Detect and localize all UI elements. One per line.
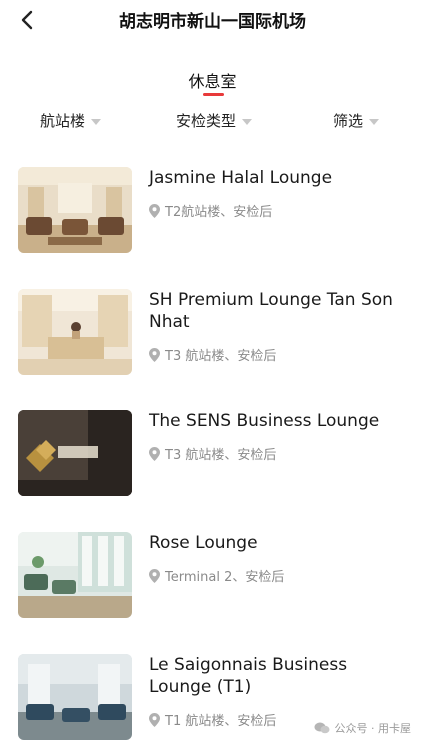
lounge-location-text: T1 航站楼、安检后 (165, 714, 277, 729)
location-pin-icon (149, 568, 160, 583)
lounge-name: SH Premium Lounge Tan Son Nhat (149, 290, 393, 332)
lounge-location-text: T3 航站楼、安检后 (165, 349, 277, 364)
list-item[interactable]: Jasmine Halal Lounge T2航站楼、安检后 (0, 167, 425, 267)
lounge-location: T2航站楼、安检后 (149, 201, 272, 220)
filter-security-type[interactable]: 安检类型 (176, 110, 253, 131)
lounge-photo (18, 532, 132, 618)
location-pin-icon (149, 446, 160, 461)
filter-more-label: 筛选 (333, 112, 364, 130)
caret-down-icon (91, 118, 102, 125)
lounge-name: The SENS Business Lounge (149, 411, 380, 431)
caret-down-icon (369, 118, 380, 125)
filter-more[interactable]: 筛选 (333, 110, 380, 131)
lounge-name: Rose Lounge (149, 533, 258, 553)
lounge-name: Jasmine Halal Lounge (149, 168, 333, 188)
caret-down-icon (242, 118, 253, 125)
filter-security-type-label: 安检类型 (176, 112, 237, 130)
lounge-photo (18, 167, 132, 253)
lounge-location: T3 航站楼、安检后 (149, 444, 276, 463)
wechat-icon (314, 722, 329, 734)
filter-bar: 航站楼 安检类型 筛选 (0, 110, 425, 134)
list-item[interactable]: Rose Lounge Terminal 2、安检后 (0, 532, 425, 632)
lounge-photo (18, 654, 132, 740)
location-pin-icon (149, 203, 160, 218)
location-pin-icon (149, 347, 160, 362)
list-item[interactable]: SH Premium Lounge Tan Son Nhat T3 航站楼、安检… (0, 289, 425, 389)
lounge-photo (18, 410, 132, 496)
filter-terminal[interactable]: 航站楼 (40, 110, 102, 131)
lounge-location-text: T2航站楼、安检后 (165, 205, 273, 220)
lounge-location: Terminal 2、安检后 (149, 566, 284, 585)
lounge-name: Le Saigonnais Business Lounge (T1) (149, 655, 348, 697)
lounge-location-text: Terminal 2、安检后 (165, 570, 285, 585)
lounge-location-text: T3 航站楼、安检后 (165, 448, 277, 463)
lounge-location: T3 航站楼、安检后 (149, 345, 276, 364)
location-pin-icon (149, 712, 160, 727)
active-tab-indicator (203, 93, 224, 96)
tab-lounge[interactable]: 休息室 (0, 68, 425, 92)
lounge-location: T1 航站楼、安检后 (149, 710, 276, 729)
watermark-text: 公众号 · 用卡屋 (334, 722, 412, 735)
watermark: 公众号 · 用卡屋 (314, 720, 412, 736)
list-item[interactable]: The SENS Business Lounge T3 航站楼、安检后 (0, 410, 425, 510)
top-bar: 胡志明市新山一国际机场 (0, 0, 425, 40)
filter-terminal-label: 航站楼 (40, 112, 86, 130)
page-title: 胡志明市新山一国际机场 (119, 12, 306, 32)
lounge-photo (18, 289, 132, 375)
